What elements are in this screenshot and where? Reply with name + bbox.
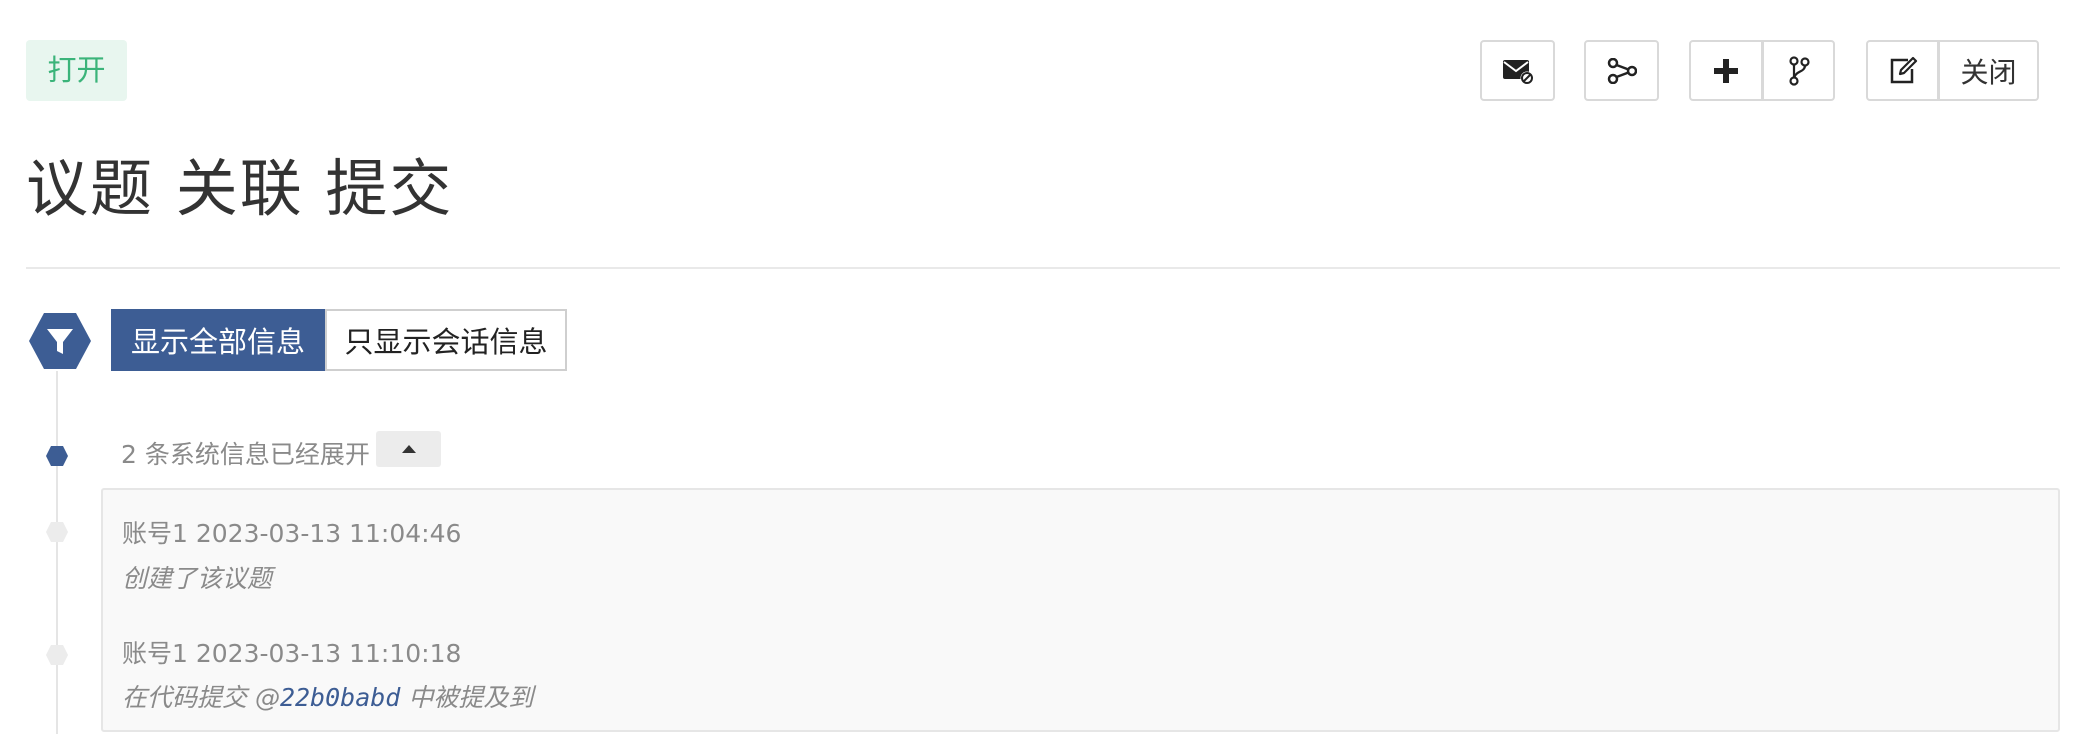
- create-branch-button[interactable]: [1763, 40, 1835, 101]
- close-issue-button[interactable]: 关闭: [1939, 40, 2039, 101]
- timeline-marker: [46, 645, 68, 665]
- system-messages-expanded-text: 2 条系统信息已经展开: [121, 440, 370, 469]
- edit-icon: [1890, 56, 1917, 83]
- entry-text-suffix: 中被提及到: [400, 683, 534, 712]
- plus-icon: [1714, 58, 1738, 83]
- issue-page: 打开 关闭 议题 关联 提交 显示全部信息 只显示会话信息 2 条系统信息已经展…: [0, 0, 2086, 754]
- share-nodes-icon: [1607, 57, 1637, 84]
- entry-text-prefix: 在代码提交 @: [122, 683, 280, 712]
- show-comments-only-tab[interactable]: 只显示会话信息: [325, 309, 567, 371]
- timeline-marker-active: [46, 446, 68, 466]
- share-button[interactable]: [1584, 40, 1659, 101]
- entry-text: 创建了该议题: [122, 564, 273, 593]
- close-issue-label: 关闭: [1960, 55, 2017, 89]
- entry-meta: 账号1 2023-03-13 11:04:46: [122, 514, 461, 550]
- page-title: 议题 关联 提交: [26, 152, 454, 225]
- mute-notifications-button[interactable]: [1480, 40, 1555, 101]
- caret-up-icon: [401, 445, 416, 453]
- title-divider: [26, 267, 2060, 269]
- show-all-tab[interactable]: 显示全部信息: [111, 309, 325, 371]
- commit-link[interactable]: 22b0babd: [280, 683, 400, 712]
- entry-meta: 账号1 2023-03-13 11:10:18: [122, 634, 461, 670]
- filter-icon: [29, 313, 91, 369]
- status-badge: 打开: [26, 40, 127, 101]
- entry-author[interactable]: 账号1: [122, 639, 188, 668]
- timeline-line: [56, 371, 58, 734]
- entry-author[interactable]: 账号1: [122, 519, 188, 548]
- add-button[interactable]: [1689, 40, 1763, 101]
- envelope-mute-icon: [1502, 59, 1533, 84]
- entry-text: 在代码提交 @22b0babd 中被提及到: [122, 678, 533, 714]
- entry-time: 2023-03-13 11:04:46: [195, 519, 462, 548]
- collapse-system-messages-button[interactable]: [376, 431, 441, 467]
- code-branch-icon: [1788, 55, 1810, 86]
- edit-button[interactable]: [1866, 40, 1939, 101]
- entry-time: 2023-03-13 11:10:18: [195, 639, 462, 668]
- timeline-marker: [46, 522, 68, 542]
